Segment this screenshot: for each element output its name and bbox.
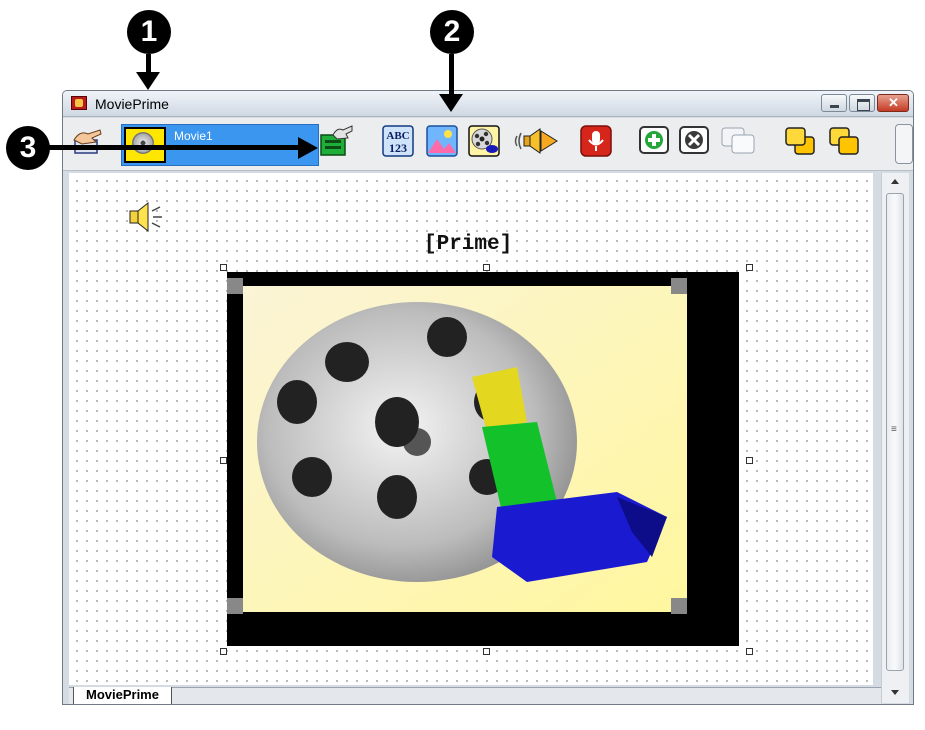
- selection-handle[interactable]: [483, 648, 490, 655]
- selection-handle[interactable]: [746, 264, 753, 271]
- selection-handle[interactable]: [483, 264, 490, 271]
- green-card-hand-icon[interactable]: [319, 124, 353, 158]
- send-backward-icon[interactable]: [827, 124, 861, 158]
- stage-canvas[interactable]: [Prime]: [69, 173, 873, 685]
- callout-2-arrow: [449, 54, 454, 96]
- delete-icon[interactable]: [677, 124, 711, 158]
- pointer-hand-icon[interactable]: [71, 124, 105, 158]
- selection-handle[interactable]: [220, 648, 227, 655]
- movie-reel-icon[interactable]: [467, 124, 501, 158]
- speaker-play-icon[interactable]: [513, 124, 559, 158]
- tab-bar: MoviePrime: [69, 687, 881, 704]
- film-reel-image[interactable]: [227, 272, 739, 646]
- scroll-up-arrow-icon[interactable]: [891, 179, 899, 184]
- title-bar[interactable]: MoviePrime: [63, 91, 913, 117]
- scroll-down-arrow-icon[interactable]: [891, 690, 899, 695]
- selection-handle[interactable]: [746, 457, 753, 464]
- maximize-button[interactable]: [849, 94, 875, 112]
- minimize-button[interactable]: [821, 94, 847, 112]
- movieprime-window: MoviePrime Movie1: [62, 90, 914, 705]
- svg-text:123: 123: [389, 141, 407, 155]
- callout-3-arrowhead: [298, 137, 318, 159]
- movie-name-label: Movie1: [174, 129, 213, 143]
- selection-handle[interactable]: [746, 648, 753, 655]
- selection-handle[interactable]: [220, 264, 227, 271]
- close-button[interactable]: [877, 94, 909, 112]
- scroll-thumb[interactable]: ≡: [886, 193, 904, 671]
- screenshot-stage: 1 2 3 MoviePrime Mov: [0, 0, 925, 730]
- callout-1-arrow: [146, 54, 151, 74]
- record-microphone-icon[interactable]: [579, 124, 613, 158]
- scroll-grip-icon: ≡: [891, 424, 897, 435]
- callout-1-arrowhead: [136, 72, 160, 90]
- speaker-icon[interactable]: [124, 199, 168, 240]
- window-title: MoviePrime: [95, 96, 169, 112]
- duplicate-pages-icon[interactable]: [719, 124, 759, 158]
- text-abc-123-icon[interactable]: ABC 123: [381, 124, 415, 158]
- toolbar-overflow[interactable]: [895, 124, 913, 164]
- callout-2-arrowhead: [439, 94, 463, 112]
- picture-icon[interactable]: [425, 124, 459, 158]
- callout-2: 2: [430, 10, 474, 54]
- callout-3-arrow: [48, 145, 302, 150]
- app-icon: [71, 96, 87, 110]
- bring-forward-icon[interactable]: [783, 124, 817, 158]
- tab-movieprime[interactable]: MoviePrime: [73, 687, 172, 704]
- callout-1: 1: [127, 10, 171, 54]
- callout-3: 3: [6, 126, 50, 170]
- add-icon[interactable]: [637, 124, 671, 158]
- vertical-scrollbar[interactable]: ≡: [881, 173, 909, 703]
- selection-handle[interactable]: [220, 457, 227, 464]
- prime-title-text[interactable]: [Prime]: [424, 233, 512, 256]
